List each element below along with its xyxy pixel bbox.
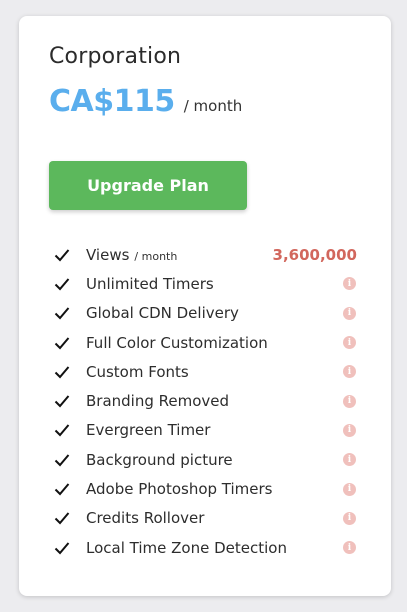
views-value: 3,600,000: [272, 245, 357, 264]
check-icon: [54, 366, 70, 379]
list-item: Full Color Customization i: [53, 328, 357, 357]
pricing-card: Corporation CA$115 / month Upgrade Plan …: [19, 16, 391, 596]
list-item: Global CDN Delivery i: [53, 299, 357, 328]
check-icon: [54, 336, 70, 350]
upgrade-plan-button[interactable]: Upgrade Plan: [49, 161, 247, 210]
list-item: Background picture i: [53, 445, 357, 474]
check-icon: [54, 395, 70, 408]
info-icon[interactable]: i: [343, 541, 356, 555]
feature-label: Adobe Photoshop Timers: [86, 480, 273, 499]
feature-label: Custom Fonts: [86, 362, 189, 381]
list-item: Unlimited Timers i: [53, 269, 357, 298]
views-label: Views: [86, 245, 130, 264]
check-icon: [54, 454, 70, 467]
views-unit: / month: [134, 249, 178, 263]
check-icon: [54, 483, 70, 496]
feature-label: Credits Rollover: [86, 509, 205, 528]
feature-list: Views / month 3,600,000 Unlimited Timers i…: [53, 240, 357, 562]
feature-label: Unlimited Timers: [86, 274, 214, 293]
info-icon[interactable]: i: [343, 453, 356, 467]
price-period: / month: [183, 97, 243, 115]
list-item: Custom Fonts i: [53, 357, 357, 386]
check-icon: [54, 248, 70, 262]
check-icon: [54, 307, 70, 320]
check-icon: [54, 424, 70, 437]
list-item: Evergreen Timer i: [53, 416, 357, 445]
info-icon[interactable]: i: [343, 423, 356, 437]
feature-label: Local Time Zone Detection: [86, 538, 287, 557]
price-row: CA$115 / month: [49, 84, 242, 119]
info-icon[interactable]: i: [343, 365, 356, 379]
info-icon[interactable]: i: [343, 511, 356, 525]
feature-label: Evergreen Timer: [86, 421, 211, 440]
info-icon[interactable]: i: [343, 336, 356, 350]
info-icon[interactable]: i: [343, 482, 356, 496]
info-icon[interactable]: i: [343, 277, 356, 291]
info-icon[interactable]: i: [343, 394, 356, 408]
info-icon[interactable]: i: [343, 306, 356, 320]
feature-label: Full Color Customization: [86, 333, 268, 352]
list-item: Adobe Photoshop Timers i: [53, 474, 357, 503]
list-item: Local Time Zone Detection i: [53, 533, 357, 562]
check-icon: [54, 541, 70, 555]
check-icon: [54, 512, 70, 525]
feature-label: Background picture: [86, 450, 233, 469]
feature-label: Views / month: [86, 246, 177, 264]
feature-label: Global CDN Delivery: [86, 304, 239, 323]
feature-label: Branding Removed: [86, 392, 230, 411]
plan-name: Corporation: [49, 44, 182, 69]
feature-views: Views / month 3,600,000: [53, 240, 357, 269]
list-item: Branding Removed i: [53, 386, 357, 415]
list-item: Credits Rollover i: [53, 504, 357, 533]
plan-price: CA$115: [49, 84, 175, 119]
check-icon: [54, 278, 70, 291]
